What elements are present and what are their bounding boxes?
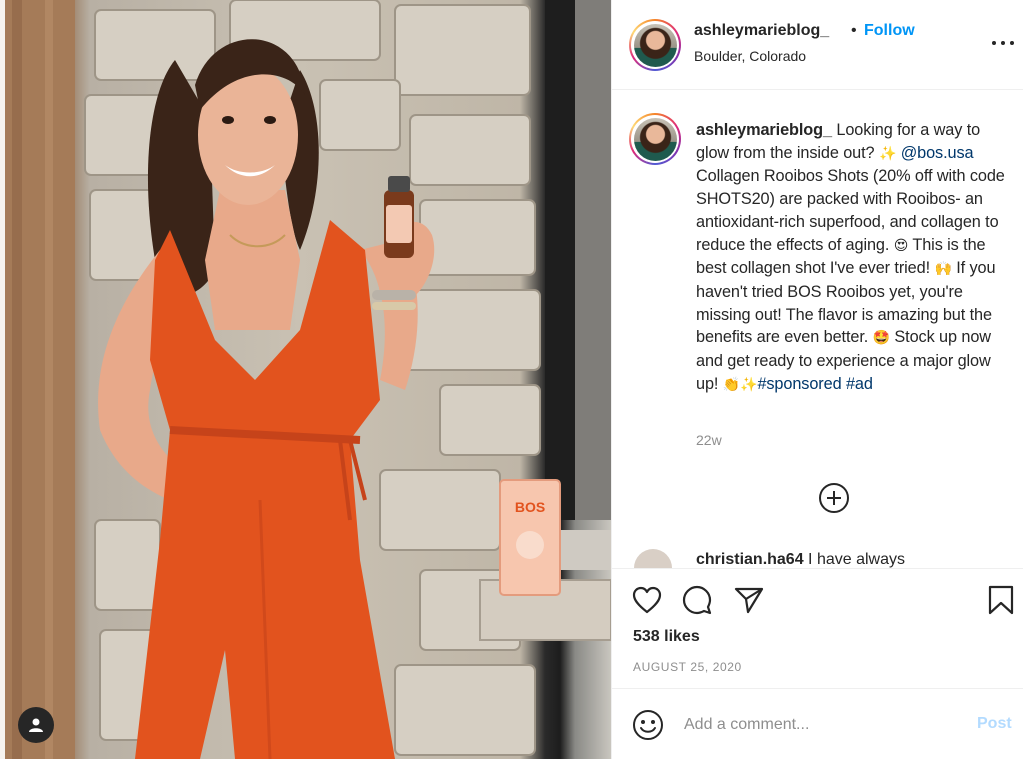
post-date: AUGUST 25, 2020	[633, 660, 742, 674]
share-button[interactable]	[732, 583, 766, 617]
separator-dot: •	[851, 22, 857, 39]
post-comment-button[interactable]: Post	[977, 715, 1012, 733]
follow-button[interactable]: Follow	[864, 22, 915, 40]
likes-count[interactable]: 538 likes	[633, 628, 700, 646]
add-comment-bar: Post	[612, 688, 1023, 759]
heart-icon	[632, 586, 662, 614]
comment-text: christian.ha64 I have always	[696, 551, 905, 568]
heart-eyes-emoji: 😍	[893, 237, 909, 254]
like-button[interactable]	[630, 583, 664, 617]
comment-item: christian.ha64 I have always	[634, 549, 1023, 568]
comment-input[interactable]	[684, 711, 954, 739]
post-photo-illustration: BOS	[5, 0, 611, 759]
post-header: ashleymarieblog_ • Follow Boulder, Color…	[612, 0, 1023, 90]
clap-sparkles-emoji: 👏✨	[722, 376, 758, 393]
comment-button[interactable]	[680, 583, 714, 617]
comment-body: I have always	[803, 551, 905, 568]
plus-circle-icon	[827, 491, 841, 505]
author-avatar[interactable]	[629, 19, 681, 71]
bookmark-icon	[988, 585, 1014, 615]
post-photo[interactable]: BOS	[0, 0, 611, 759]
commenter-avatar[interactable]	[634, 549, 672, 568]
author-username[interactable]: ashleymarieblog_	[694, 22, 829, 40]
box-brand-label: BOS	[515, 499, 545, 515]
post-location[interactable]: Boulder, Colorado	[694, 48, 806, 64]
comment-icon	[682, 585, 712, 615]
post-actions: 538 likes AUGUST 25, 2020	[612, 568, 1023, 687]
load-more-comments-button[interactable]	[819, 483, 849, 513]
commenter-username[interactable]: christian.ha64	[696, 551, 804, 568]
tagged-users-button[interactable]	[18, 707, 54, 743]
avatar-photo	[633, 23, 677, 67]
caption-author-avatar[interactable]	[629, 113, 681, 165]
more-options-icon[interactable]	[992, 36, 1014, 50]
caption-timestamp[interactable]: 22w	[696, 432, 722, 448]
star-struck-emoji: 🤩	[872, 330, 890, 347]
hashtag-link[interactable]: #sponsored	[757, 375, 841, 393]
save-button[interactable]	[984, 583, 1018, 617]
sparkles-emoji: ✨	[878, 145, 897, 162]
paper-plane-icon	[734, 587, 764, 614]
caption-username[interactable]: ashleymarieblog_	[696, 121, 832, 139]
comments-section: ashleymarieblog_ Looking for a way to gl…	[612, 91, 1023, 568]
hashtag-link[interactable]: #ad	[846, 375, 873, 393]
user-tag-icon	[29, 718, 43, 732]
post-sidebar: ashleymarieblog_ • Follow Boulder, Color…	[611, 0, 1023, 759]
raised-hands-emoji: 🙌	[934, 261, 952, 278]
mention-link[interactable]: @bos.usa	[901, 144, 974, 162]
post-caption: ashleymarieblog_ Looking for a way to gl…	[696, 119, 1016, 396]
emoji-picker-button[interactable]	[631, 708, 665, 742]
avatar-photo	[633, 117, 677, 161]
smiley-icon	[633, 710, 663, 740]
